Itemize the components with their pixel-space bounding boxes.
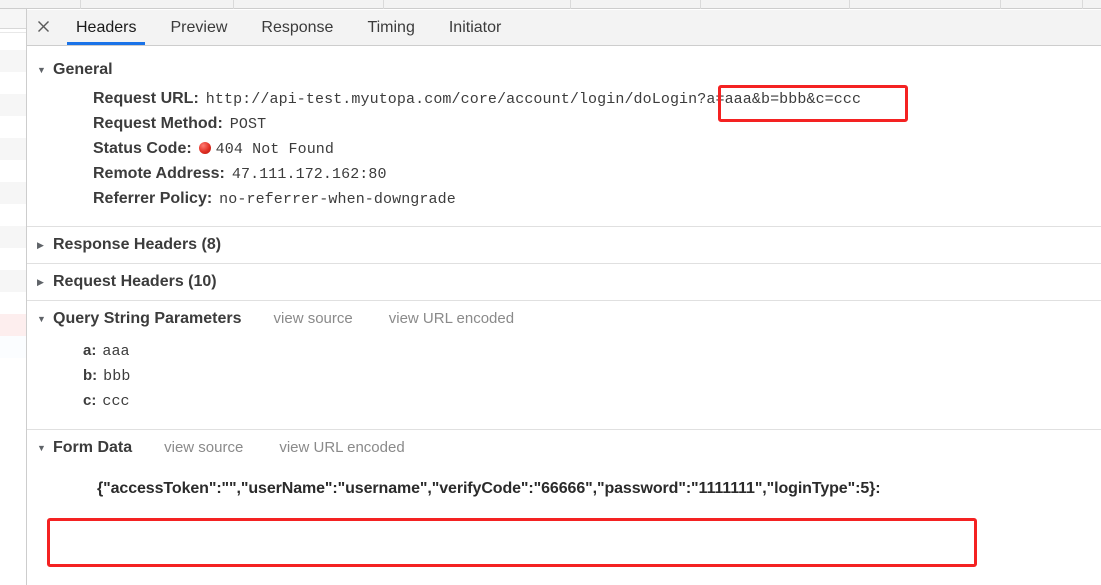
request-url-query: ?a=aaa&b=bbb&c=ccc <box>697 91 862 108</box>
tab-response[interactable]: Response <box>244 10 350 45</box>
red-status-dot-icon <box>198 142 211 154</box>
remote-address-key: Remote Address: <box>93 165 225 182</box>
status-code-key: Status Code: <box>93 140 192 157</box>
details-tabbar: Headers Preview Response Timing Initiato… <box>27 10 1101 46</box>
request-url-key: Request URL: <box>93 90 199 107</box>
section-query-string-title: Query String Parameters <box>53 310 242 327</box>
section-form-data-header[interactable]: ▼ Form Data view source view URL encoded <box>27 430 1101 466</box>
query-param-value: ccc <box>102 393 130 410</box>
tab-headers-label: Headers <box>76 18 137 36</box>
status-code-value: 404 Not Found <box>216 141 334 158</box>
section-general-header[interactable]: ▼ General <box>27 52 1101 88</box>
general-row-request-url: Request URL: http://api-test.myutopa.com… <box>27 88 1101 110</box>
section-response-headers-title: Response Headers (8) <box>53 236 222 253</box>
chevron-down-icon: ▼ <box>37 65 46 75</box>
network-table-header <box>0 0 1101 9</box>
query-param-row: a: aaa <box>27 340 1101 362</box>
form-data-view-url-encoded-link[interactable]: view URL encoded <box>279 439 404 456</box>
chevron-down-icon: ▼ <box>37 314 46 324</box>
request-details-panel: Headers Preview Response Timing Initiato… <box>27 10 1101 585</box>
close-icon[interactable] <box>27 10 59 45</box>
query-string-view-url-encoded-link[interactable]: view URL encoded <box>389 310 514 327</box>
status-code-text: Not Found <box>252 141 335 158</box>
section-request-headers-title: Request Headers (10) <box>53 273 217 290</box>
general-row-status-code: Status Code: 404 Not Found <box>27 138 1101 160</box>
tab-preview-label: Preview <box>170 18 228 36</box>
network-request-list[interactable] <box>0 0 26 585</box>
status-code-number: 404 <box>215 141 243 158</box>
tab-initiator-label: Initiator <box>448 18 502 36</box>
general-row-referrer-policy: Referrer Policy: no-referrer-when-downgr… <box>27 188 1101 210</box>
panel-divider[interactable] <box>26 0 27 585</box>
chevron-down-icon: ▼ <box>37 443 46 453</box>
section-response-headers-header[interactable]: ▶ Response Headers (8) <box>27 227 1101 263</box>
request-url-value[interactable]: http://api-test.myutopa.com/core/account… <box>206 91 861 108</box>
general-row-request-method: Request Method: POST <box>27 113 1101 135</box>
form-data-view-source-link[interactable]: view source <box>164 439 243 456</box>
tab-headers[interactable]: Headers <box>59 10 153 45</box>
section-query-string-header[interactable]: ▼ Query String Parameters view source vi… <box>27 301 1101 337</box>
query-string-view-source-link[interactable]: view source <box>274 310 353 327</box>
remote-address-value: 47.111.172.162:80 <box>231 166 387 183</box>
details-body: ▼ General Request URL: http://api-test.m… <box>27 46 1101 585</box>
request-method-key: Request Method: <box>93 115 223 132</box>
query-param-row: b: bbb <box>27 365 1101 387</box>
devtools-network-details: Headers Preview Response Timing Initiato… <box>0 0 1101 585</box>
referrer-policy-value: no-referrer-when-downgrade <box>219 191 456 208</box>
query-param-value: aaa <box>102 343 130 360</box>
query-param-key: a: <box>83 342 97 359</box>
form-data-payload-row: {"accessToken":"","userName":"username",… <box>27 466 1101 512</box>
query-param-row: c: ccc <box>27 390 1101 412</box>
section-form-data-title: Form Data <box>53 439 133 456</box>
section-general-title: General <box>53 61 113 78</box>
general-row-remote-address: Remote Address: 47.111.172.162:80 <box>27 163 1101 185</box>
request-method-value: POST <box>229 116 267 133</box>
tab-timing-label: Timing <box>367 18 415 36</box>
referrer-policy-key: Referrer Policy: <box>93 190 213 207</box>
chevron-right-icon: ▶ <box>37 277 44 287</box>
form-data-payload-value[interactable]: {"accessToken":"","userName":"username",… <box>97 480 881 497</box>
tab-preview[interactable]: Preview <box>153 10 244 45</box>
tab-response-label: Response <box>261 18 334 36</box>
query-param-value: bbb <box>103 368 131 385</box>
tab-initiator[interactable]: Initiator <box>432 10 518 45</box>
query-param-key: c: <box>83 392 97 409</box>
chevron-right-icon: ▶ <box>37 240 44 250</box>
query-param-key: b: <box>83 367 98 384</box>
tab-timing[interactable]: Timing <box>350 10 431 45</box>
request-url-base: http://api-test.myutopa.com/core/account… <box>205 91 698 108</box>
section-request-headers-header[interactable]: ▶ Request Headers (10) <box>27 264 1101 300</box>
